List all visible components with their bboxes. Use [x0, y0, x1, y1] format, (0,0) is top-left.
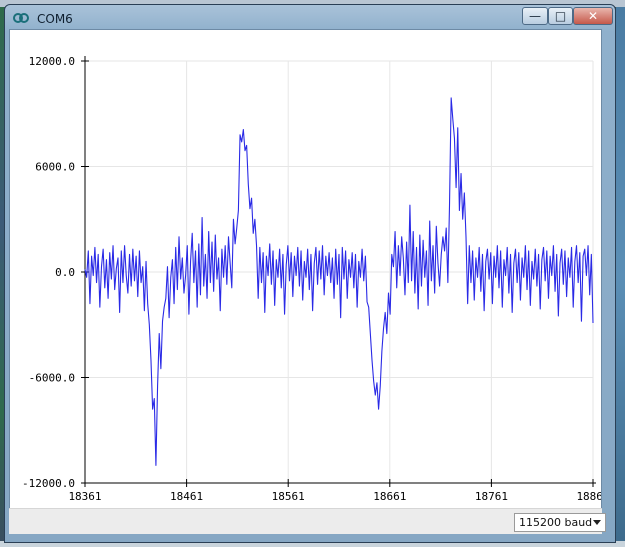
x-tick-label: 18461	[170, 490, 203, 503]
title-bar[interactable]: COM6 — □ ✕	[5, 5, 615, 31]
minimize-icon: —	[529, 9, 541, 23]
y-tick-label: 0.0	[55, 266, 75, 279]
background-desktop-right	[616, 7, 625, 547]
chevron-down-icon	[593, 520, 601, 525]
maximize-icon: □	[554, 9, 567, 23]
window-title: COM6	[37, 12, 73, 26]
y-tick-label: -6000.0	[29, 372, 75, 385]
maximize-button[interactable]: □	[548, 7, 573, 25]
minimize-button[interactable]: —	[522, 7, 548, 25]
x-tick-label: 18561	[272, 490, 305, 503]
close-icon: ✕	[587, 9, 599, 23]
status-bar: 115200 baud	[9, 508, 606, 534]
series-line	[84, 97, 594, 466]
x-tick-label: 18661	[373, 490, 406, 503]
baud-rate-value: 115200 baud	[519, 516, 593, 529]
x-tick-label: 18361	[68, 490, 101, 503]
y-tick-label: -12000.0	[22, 477, 75, 490]
arduino-icon	[13, 13, 29, 23]
baud-rate-select[interactable]: 115200 baud	[514, 513, 606, 532]
plot-area: 12000.0 6000.0 0.0 -6000.0 -12000.0 18361 1846…	[9, 29, 602, 534]
x-tick-label: 18861	[576, 490, 601, 503]
serial-plot: 12000.0 6000.0 0.0 -6000.0 -12000.018361 1846…	[22, 55, 601, 503]
y-tick-label: 6000.0	[35, 161, 75, 174]
x-tick-label: 18761	[475, 490, 508, 503]
close-button[interactable]: ✕	[573, 7, 613, 25]
y-tick-label: 12000.0	[29, 55, 75, 68]
